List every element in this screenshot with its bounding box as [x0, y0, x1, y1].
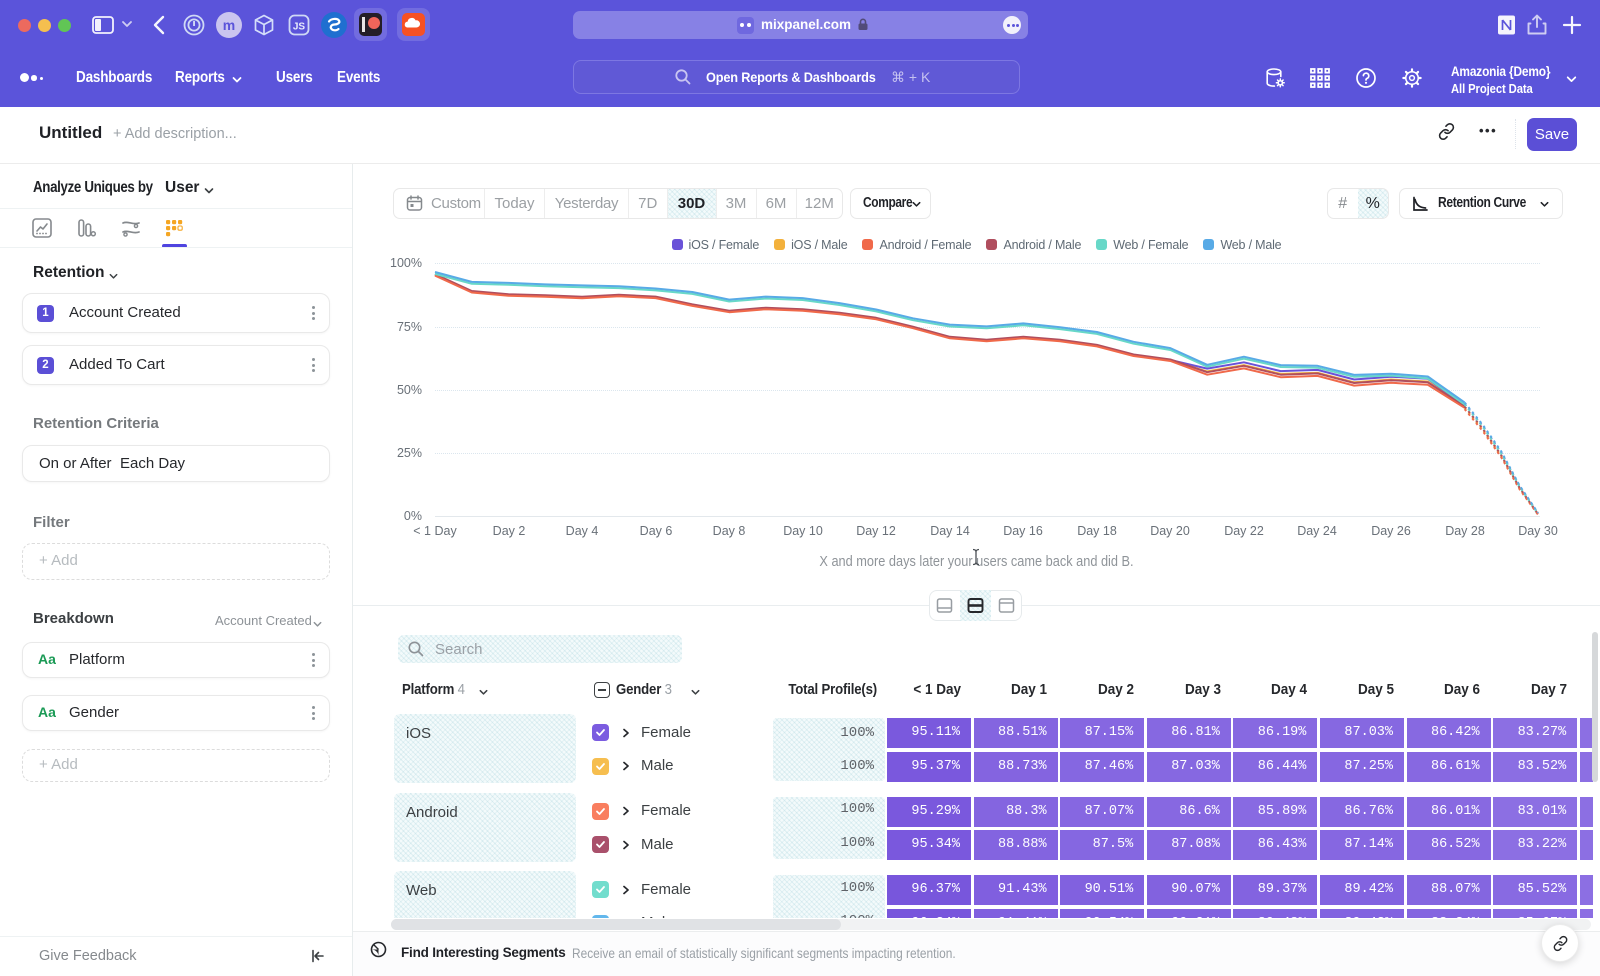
svg-text:JS: JS	[293, 22, 306, 33]
